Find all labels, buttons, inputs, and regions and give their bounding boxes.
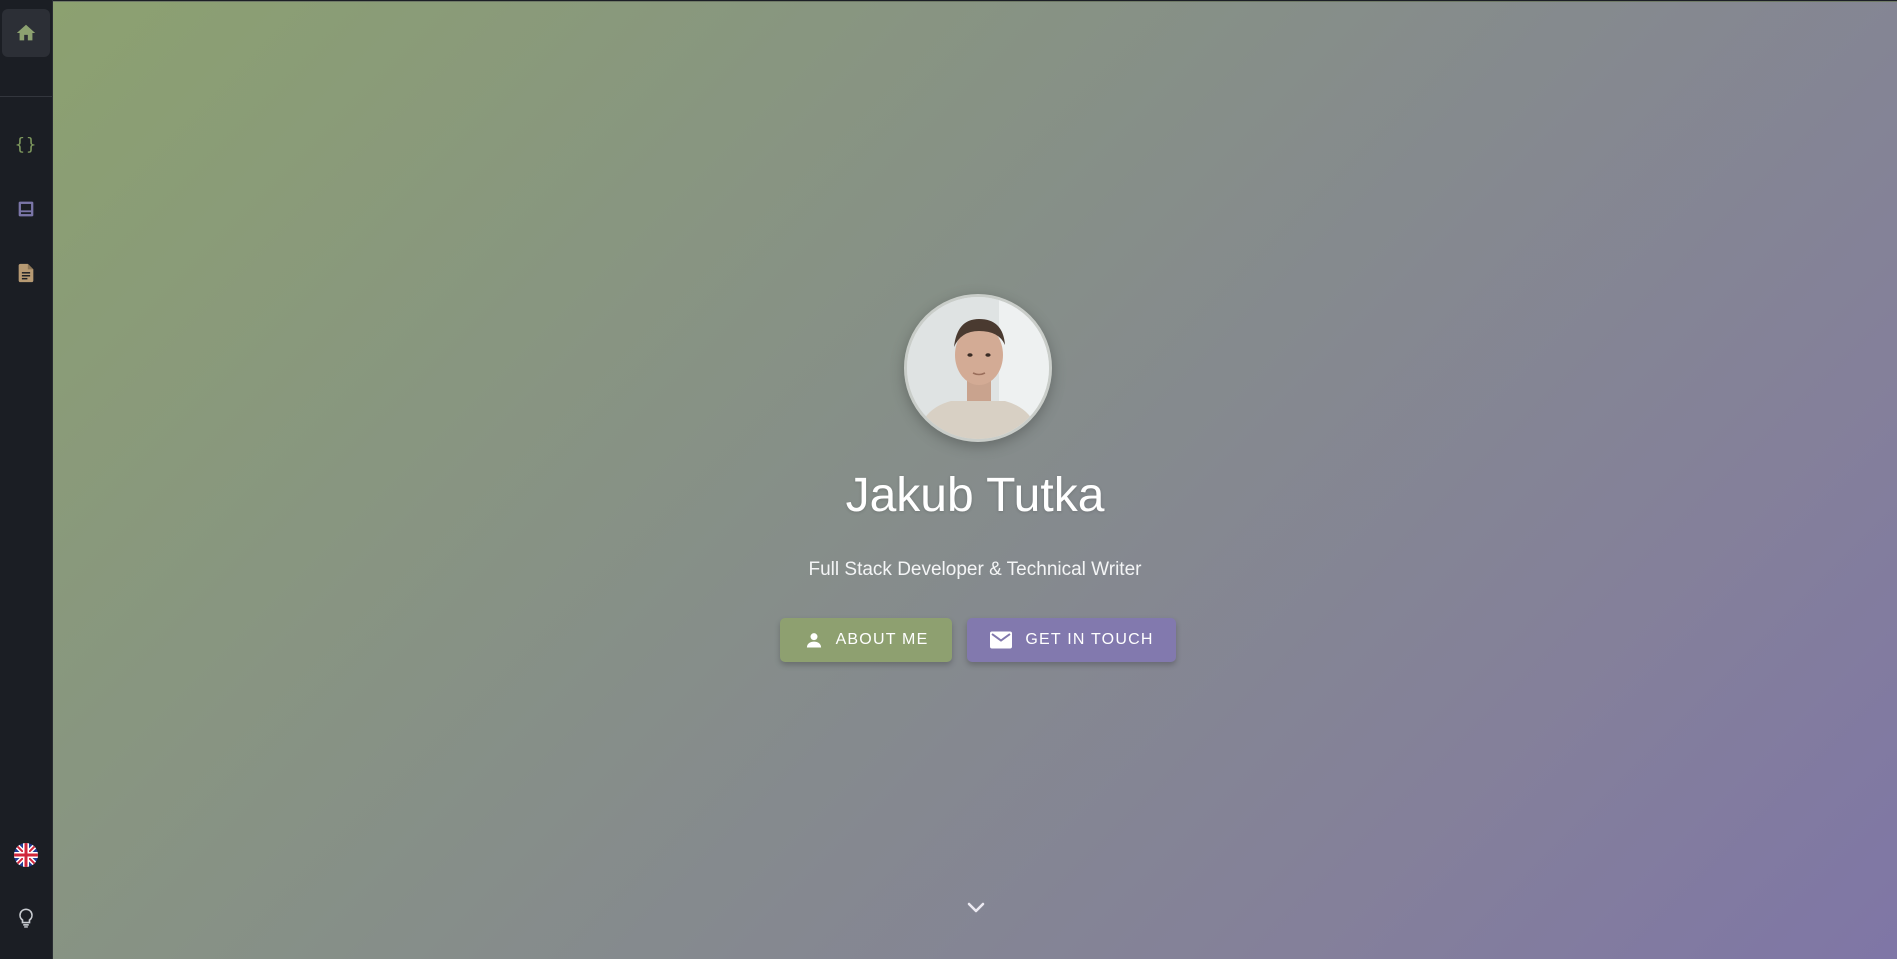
- page-title: Jakub Tutka: [845, 469, 1105, 522]
- sidebar-item-blog[interactable]: [2, 249, 50, 297]
- mail-icon: [990, 631, 1013, 649]
- lightbulb-icon: [19, 908, 33, 928]
- hero-section: Jakub Tutka Full Stack Developer & Techn…: [53, 1, 1897, 959]
- language-switcher[interactable]: [2, 831, 50, 879]
- about-me-button[interactable]: ABOUT ME: [780, 618, 952, 662]
- scroll-down-button[interactable]: [962, 898, 990, 918]
- laptop-icon: [18, 201, 34, 217]
- person-icon: [806, 633, 821, 648]
- sidebar-item-code[interactable]: {}: [2, 121, 50, 169]
- about-me-label: ABOUT ME: [835, 631, 929, 648]
- chevron-down-icon: [967, 902, 985, 913]
- app: {} Jakub Tutka Full Stack Developer & Te…: [0, 0, 1897, 959]
- tagline: Full Stack Developer & Technical Writer: [808, 559, 1142, 580]
- get-in-touch-label: GET IN TOUCH: [1025, 631, 1154, 648]
- home-icon: [16, 24, 36, 41]
- sidebar-divider: [0, 96, 52, 97]
- avatar: [904, 294, 1052, 442]
- document-icon: [18, 263, 34, 283]
- profile-photo: [907, 297, 1049, 439]
- sidebar-item-projects[interactable]: [2, 185, 50, 233]
- code-braces-icon: {}: [14, 135, 38, 155]
- sidebar: {}: [0, 0, 53, 959]
- theme-toggle[interactable]: [2, 894, 50, 942]
- sidebar-item-home[interactable]: [2, 9, 50, 57]
- get-in-touch-button[interactable]: GET IN TOUCH: [967, 618, 1176, 662]
- uk-flag-icon: [14, 843, 38, 867]
